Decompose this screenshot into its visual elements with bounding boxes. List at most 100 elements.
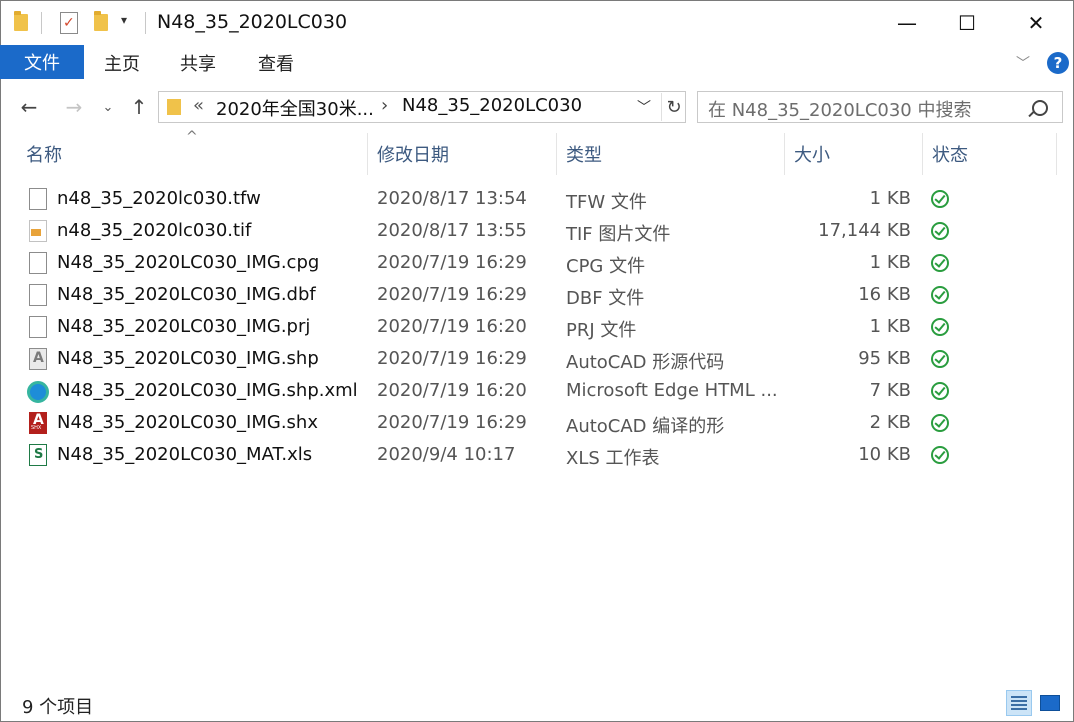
file-name: N48_35_2020LC030_IMG.shp.xml — [57, 380, 358, 401]
file-name: n48_35_2020lc030.tfw — [57, 188, 261, 209]
file-row[interactable]: N48_35_2020LC030_MAT.xls 2020/9/4 10:17 … — [0, 439, 1074, 471]
file-type: TFW 文件 — [566, 192, 647, 213]
window-title: N48_35_2020LC030 — [157, 11, 348, 33]
expand-ribbon-icon[interactable]: ﹀ — [1016, 53, 1030, 73]
details-view-icon — [1011, 696, 1027, 710]
file-row[interactable]: N48_35_2020LC030_IMG.shp 2020/7/19 16:29… — [0, 343, 1074, 375]
refresh-icon[interactable]: ↻ — [661, 93, 686, 121]
column-header-size[interactable]: 大小 — [794, 141, 830, 167]
address-bar[interactable]: « 2020年全国30米... › N48_35_2020LC030 ﹀ ↻ — [158, 91, 686, 123]
file-type: XLS 工作表 — [566, 448, 660, 469]
file-size: 7 KB — [869, 380, 911, 401]
tab-share[interactable]: 共享 — [180, 45, 216, 81]
file-name: N48_35_2020LC030_MAT.xls — [57, 444, 313, 465]
file-row[interactable]: N48_35_2020LC030_IMG.prj 2020/7/19 16:20… — [0, 311, 1074, 343]
image-file-icon — [29, 220, 47, 242]
column-header-name[interactable]: 名称 — [26, 141, 62, 167]
text-file-icon — [29, 188, 47, 210]
navigation-bar: ← → ⌄ ↑ « 2020年全国30米... › N48_35_2020LC0… — [0, 85, 1074, 129]
file-type: DBF 文件 — [566, 288, 645, 309]
column-divider[interactable] — [784, 133, 785, 175]
column-divider[interactable] — [922, 133, 923, 175]
file-date: 2020/7/19 16:29 — [377, 252, 527, 273]
breadcrumb-separator-icon[interactable]: › — [381, 95, 388, 116]
file-date: 2020/7/19 16:29 — [377, 284, 527, 305]
file-type: AutoCAD 编译的形 — [566, 416, 725, 437]
up-button[interactable]: ↑ — [126, 85, 152, 129]
search-placeholder: 在 N48_35_2020LC030 中搜索 — [708, 100, 972, 121]
file-date: 2020/9/4 10:17 — [377, 444, 516, 465]
autocad-shape-icon — [29, 348, 47, 370]
sync-ok-icon — [931, 222, 949, 240]
address-dropdown-icon[interactable]: ﹀ — [637, 97, 651, 117]
file-date: 2020/8/17 13:55 — [377, 220, 527, 241]
file-name: N48_35_2020LC030_IMG.prj — [57, 316, 311, 337]
status-bar: 9 个项目 — [0, 690, 1074, 720]
large-icons-view-icon — [1040, 695, 1060, 711]
title-bar: ✓ ▾ N48_35_2020LC030 — ☐ ✕ — [0, 0, 1074, 45]
text-file-icon — [29, 252, 47, 274]
large-icons-view-button[interactable] — [1037, 690, 1063, 716]
sync-ok-icon — [931, 318, 949, 336]
file-row[interactable]: N48_35_2020LC030_IMG.shx 2020/7/19 16:29… — [0, 407, 1074, 439]
item-count: 9 个项目 — [22, 697, 94, 718]
column-header-date[interactable]: 修改日期 — [377, 141, 449, 167]
divider — [41, 12, 42, 34]
sync-ok-icon — [931, 350, 949, 368]
customize-quick-access-icon[interactable]: ▾ — [121, 13, 127, 27]
file-size: 2 KB — [869, 412, 911, 433]
breadcrumb-parent[interactable]: 2020年全国30米... — [216, 95, 374, 121]
breadcrumb-current[interactable]: N48_35_2020LC030 — [402, 95, 582, 116]
back-button[interactable]: ← — [14, 85, 44, 129]
help-icon[interactable]: ? — [1047, 52, 1069, 74]
new-folder-icon[interactable] — [94, 11, 108, 31]
file-row[interactable]: N48_35_2020LC030_IMG.cpg 2020/7/19 16:29… — [0, 247, 1074, 279]
file-size: 10 KB — [858, 444, 911, 465]
file-size: 1 KB — [869, 252, 911, 273]
forward-button[interactable]: → — [59, 85, 89, 129]
file-name: N48_35_2020LC030_IMG.shx — [57, 412, 318, 433]
maximize-button[interactable]: ☐ — [937, 0, 997, 45]
file-row[interactable]: n48_35_2020lc030.tif 2020/8/17 13:55 TIF… — [0, 215, 1074, 247]
sync-ok-icon — [931, 190, 949, 208]
column-divider[interactable] — [1056, 133, 1057, 175]
file-name: n48_35_2020lc030.tif — [57, 220, 252, 241]
file-size: 1 KB — [869, 188, 911, 209]
file-size: 17,144 KB — [818, 220, 911, 241]
file-type: Microsoft Edge HTML ... — [566, 380, 778, 401]
ribbon-tabs: 文件 主页 共享 查看 ﹀ ? — [0, 45, 1074, 81]
file-type: PRJ 文件 — [566, 320, 637, 341]
tab-home[interactable]: 主页 — [104, 45, 140, 81]
properties-icon[interactable]: ✓ — [60, 12, 78, 34]
column-divider[interactable] — [367, 133, 368, 175]
column-header-status[interactable]: 状态 — [932, 141, 968, 167]
tab-file[interactable]: 文件 — [0, 45, 84, 79]
minimize-button[interactable]: — — [877, 0, 937, 45]
file-row[interactable]: N48_35_2020LC030_IMG.dbf 2020/7/19 16:29… — [0, 279, 1074, 311]
folder-icon — [14, 11, 28, 31]
sort-ascending-icon: ^ — [186, 129, 198, 145]
file-type: CPG 文件 — [566, 256, 646, 277]
column-header-type[interactable]: 类型 — [566, 141, 602, 167]
file-name: N48_35_2020LC030_IMG.dbf — [57, 284, 316, 305]
tab-view[interactable]: 查看 — [258, 45, 294, 81]
autocad-shx-icon — [29, 412, 47, 434]
file-size: 16 KB — [858, 284, 911, 305]
text-file-icon — [29, 284, 47, 306]
column-divider[interactable] — [556, 133, 557, 175]
recent-locations-icon[interactable]: ⌄ — [98, 85, 118, 129]
file-date: 2020/7/19 16:29 — [377, 412, 527, 433]
file-row[interactable]: n48_35_2020lc030.tfw 2020/8/17 13:54 TFW… — [0, 183, 1074, 215]
sync-ok-icon — [931, 382, 949, 400]
breadcrumb-overflow[interactable]: « — [193, 95, 204, 116]
file-date: 2020/8/17 13:54 — [377, 188, 527, 209]
file-date: 2020/7/19 16:20 — [377, 380, 527, 401]
text-file-icon — [29, 316, 47, 338]
search-icon[interactable] — [1032, 100, 1048, 116]
close-button[interactable]: ✕ — [1006, 0, 1066, 45]
search-input[interactable]: 在 N48_35_2020LC030 中搜索 — [697, 91, 1063, 123]
details-view-button[interactable] — [1006, 690, 1032, 716]
sync-ok-icon — [931, 286, 949, 304]
file-row[interactable]: N48_35_2020LC030_IMG.shp.xml 2020/7/19 1… — [0, 375, 1074, 407]
sync-ok-icon — [931, 414, 949, 432]
